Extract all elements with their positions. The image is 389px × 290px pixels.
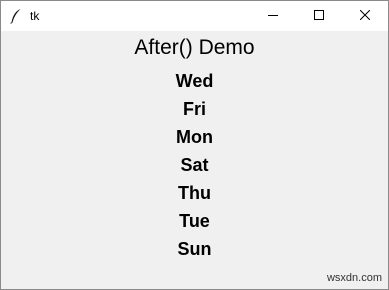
app-window: tk After() Demo Wed Fri Mon Sat Thu Tue … [0, 0, 389, 290]
day-label: Sat [180, 155, 209, 175]
window-title: tk [30, 9, 40, 23]
day-label: Thu [178, 183, 211, 203]
maximize-button[interactable] [296, 1, 342, 31]
maximize-icon [314, 7, 324, 25]
day-label: Fri [182, 99, 206, 119]
watermark-text: wsxdn.com [326, 272, 382, 284]
day-label-list: Wed Fri Mon Sat Thu Tue Sun [1, 67, 388, 263]
close-button[interactable] [342, 1, 388, 31]
day-label: Wed [175, 71, 214, 91]
day-label: Tue [179, 211, 210, 231]
close-icon [359, 7, 371, 25]
minimize-icon [268, 7, 278, 25]
feather-icon [9, 8, 23, 24]
title-bar[interactable]: tk [1, 1, 388, 31]
day-label: Sun [177, 239, 212, 259]
day-label: Mon [176, 127, 213, 147]
minimize-button[interactable] [250, 1, 296, 31]
window-content: After() Demo Wed Fri Mon Sat Thu Tue Sun… [1, 31, 388, 289]
demo-heading: After() Demo [134, 36, 255, 59]
